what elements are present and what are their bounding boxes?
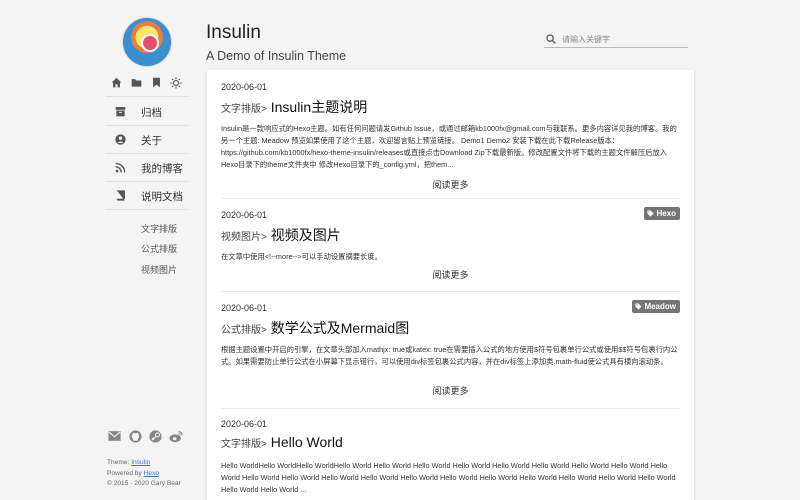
- nav-archive[interactable]: 归档: [100, 99, 195, 127]
- archive-icon: [115, 106, 127, 118]
- theme-link[interactable]: Insulin: [131, 459, 150, 466]
- footer-powered: Powered by Hexo: [107, 470, 159, 477]
- sidebar: 归档 关于 我的博客 说明文档 文字排版 公式排版 视频图片 Theme: In…: [100, 0, 195, 500]
- footer-theme-prefix: Theme:: [107, 459, 132, 466]
- read-more-link[interactable]: 阅读更多: [221, 178, 680, 191]
- tag-icon: [647, 210, 654, 217]
- sub-nav-video-images[interactable]: 视频图片: [141, 263, 177, 276]
- mail-icon[interactable]: [108, 430, 121, 443]
- divider: [106, 209, 189, 210]
- post-title[interactable]: 公式排版> 数学公式及Mermaid图: [221, 318, 409, 338]
- nav-label: 归档: [141, 107, 162, 119]
- read-more-link[interactable]: 阅读更多: [221, 268, 680, 281]
- post-title-text[interactable]: 数学公式及Mermaid图: [267, 320, 409, 336]
- divider: [106, 96, 189, 97]
- post-excerpt: 根据主题设置中开启的引擎，在文章头部加入mathjx: true或katex: …: [221, 345, 678, 366]
- search-input[interactable]: [562, 32, 686, 46]
- nav-label: 我的博客: [141, 163, 183, 175]
- post-divider: [221, 408, 680, 409]
- post-excerpt: Insulin是一款响应式的Hexo主题。如有任何问题请发Github Issu…: [221, 124, 677, 169]
- post-title[interactable]: 文字排版> Insulin主题说明: [221, 97, 367, 117]
- post-tag[interactable]: Hexo: [644, 207, 680, 220]
- footer-copyright: © 2015 - 2020 Gary Bear: [107, 480, 181, 487]
- post-list: 2020-06-01 文字排版> Insulin主题说明 Insulin是一款响…: [207, 70, 694, 500]
- search-box: [544, 32, 688, 48]
- post-title-text[interactable]: Hello World: [267, 434, 343, 450]
- post-divider: [221, 198, 680, 199]
- site-title[interactable]: Insulin: [206, 22, 261, 44]
- post-date: 2020-06-01: [221, 82, 268, 92]
- divider: [106, 153, 189, 154]
- post-excerpt: 在文章中使用<!--more-->可以手动设置摘要长度。: [221, 252, 382, 261]
- hexo-link[interactable]: Hexo: [144, 470, 159, 477]
- divider: [106, 181, 189, 182]
- steam-icon[interactable]: [149, 430, 162, 443]
- post-title[interactable]: 文字排版> Hello World: [221, 434, 343, 452]
- post-category[interactable]: 文字排版>: [221, 104, 267, 115]
- sidebar-icon-row: [100, 77, 195, 93]
- folder-icon[interactable]: [131, 77, 145, 91]
- footer-powered-prefix: Powered by: [107, 470, 144, 477]
- weibo-icon[interactable]: [169, 430, 183, 443]
- post-title-text[interactable]: 视频及图片: [267, 227, 341, 243]
- avatar[interactable]: [122, 17, 172, 67]
- tag-icon: [635, 303, 642, 310]
- rss-icon: [115, 162, 127, 174]
- post-date: 2020-06-01: [221, 210, 268, 220]
- site-subtitle: A Demo of Insulin Theme: [206, 49, 347, 63]
- post-category[interactable]: 视频图片>: [221, 232, 267, 243]
- post-divider: [221, 291, 680, 292]
- post-title[interactable]: 视频图片> 视频及图片: [221, 225, 341, 245]
- nav-about[interactable]: 关于: [100, 127, 195, 155]
- bookmark-icon[interactable]: [151, 77, 165, 91]
- read-more-link[interactable]: 阅读更多: [221, 384, 680, 397]
- footer-theme: Theme: Insulin: [107, 459, 150, 466]
- post-date: 2020-06-01: [221, 419, 268, 429]
- book-icon: [115, 190, 127, 202]
- divider: [106, 125, 189, 126]
- nav-label: 关于: [141, 135, 162, 147]
- sub-nav-formula-layout[interactable]: 公式排版: [141, 242, 177, 255]
- nav-label: 说明文档: [141, 191, 183, 203]
- post-tag-label: Meadow: [644, 302, 676, 311]
- nav-my-blog[interactable]: 我的博客: [100, 155, 195, 183]
- post-category[interactable]: 公式排版>: [221, 325, 267, 336]
- post-tag-label: Hexo: [656, 209, 676, 218]
- post-category[interactable]: 文字排版>: [221, 439, 267, 450]
- sub-nav-text-layout[interactable]: 文字排版: [141, 222, 177, 235]
- user-icon: [115, 134, 127, 146]
- search-icon: [546, 34, 556, 44]
- github-icon[interactable]: [129, 430, 142, 443]
- nav-docs[interactable]: 说明文档: [100, 183, 195, 211]
- post-excerpt: Hello WorldHello WorldHello WorldHello W…: [221, 461, 676, 494]
- theme-toggle-icon[interactable]: [170, 77, 184, 91]
- post-date: 2020-06-01: [221, 303, 268, 313]
- post-title-text[interactable]: Insulin主题说明: [267, 99, 367, 115]
- post-tag[interactable]: Meadow: [632, 300, 680, 313]
- home-icon[interactable]: [111, 77, 125, 91]
